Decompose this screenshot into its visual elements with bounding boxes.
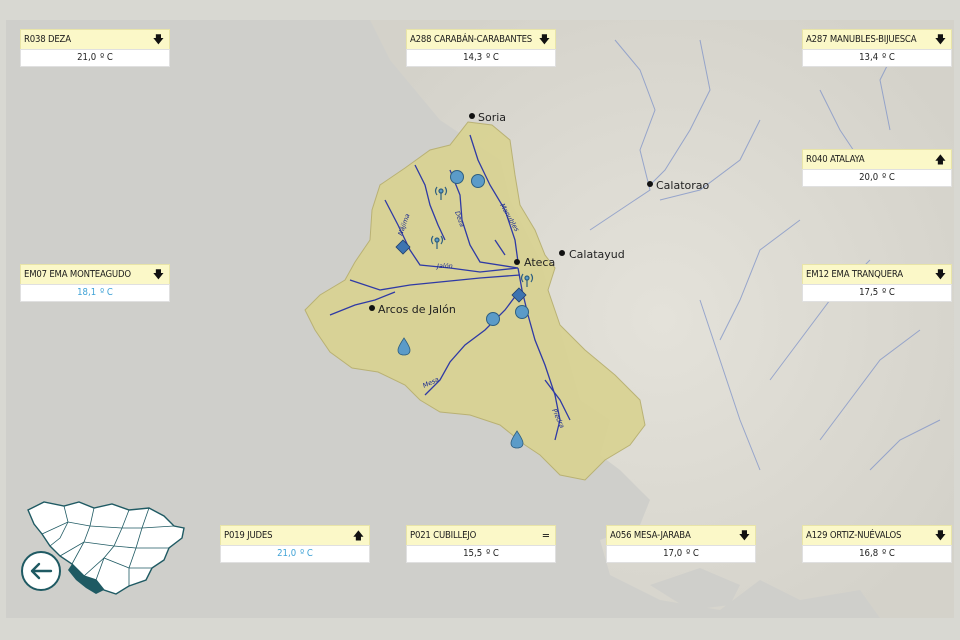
map-view: Soria Calatorao Calatayud Ateca Arcos de…: [0, 0, 960, 640]
station-value: 16,8: [859, 548, 879, 559]
station-value: 17,0: [663, 548, 683, 559]
equal-icon: =: [541, 529, 550, 542]
calatayud-dot: [559, 250, 565, 256]
gauge-station-marker[interactable]: [471, 174, 485, 188]
station-code: P021 CUBILLEJO: [410, 530, 477, 541]
calatorao-dot: [647, 181, 653, 187]
station-card-a288[interactable]: A288 CARABÁN-CARABANTES 🡇 14,3 º C: [406, 29, 556, 67]
city-label-soria: Soria: [478, 111, 506, 124]
station-code: R040 ATALAYA: [806, 154, 865, 165]
station-unit: º C: [882, 52, 895, 63]
station-unit: º C: [486, 548, 499, 559]
down-arrow-icon: 🡇: [934, 268, 946, 281]
station-code: P019 JUDES: [224, 530, 273, 541]
station-card-p021[interactable]: P021 CUBILLEJO = 15,5 º C: [406, 525, 556, 563]
gauge-station-marker[interactable]: [486, 312, 500, 326]
down-arrow-icon: 🡇: [152, 268, 164, 281]
station-code: A056 MESA-JARABA: [610, 530, 691, 541]
down-arrow-icon: 🡇: [538, 33, 550, 46]
gauge-station-marker[interactable]: [515, 305, 529, 319]
station-unit: º C: [882, 287, 895, 298]
station-code: A287 MANUBLES-BIJUESCA: [806, 34, 917, 45]
station-card-a287[interactable]: A287 MANUBLES-BIJUESCA 🡇 13,4 º C: [802, 29, 952, 67]
city-label-calatayud: Calatayud: [569, 248, 625, 261]
station-code: EM12 EMA TRANQUERA: [806, 269, 903, 280]
station-code: EM07 EMA MONTEAGUDO: [24, 269, 131, 280]
station-code: A129 ORTIZ-NUÉVALOS: [806, 530, 902, 541]
station-value: 21,0: [277, 548, 297, 559]
left-arrow-icon: [30, 562, 53, 580]
up-arrow-icon: 🡅: [934, 153, 946, 166]
station-card-r040[interactable]: R040 ATALAYA 🡅 20,0 º C: [802, 149, 952, 187]
gauge-station-marker[interactable]: [450, 170, 464, 184]
station-value: 20,0: [859, 172, 879, 183]
river-label-jalon: Jalón: [435, 262, 453, 270]
station-code: A288 CARABÁN-CARABANTES: [410, 34, 533, 45]
station-card-em07[interactable]: EM07 EMA MONTEAGUDO 🡇 18,1 º C: [20, 264, 170, 302]
city-label-calatorao: Calatorao: [656, 179, 710, 192]
down-arrow-icon: 🡇: [934, 529, 946, 542]
station-value: 13,4: [859, 52, 879, 63]
station-unit: º C: [882, 172, 895, 183]
station-value: 17,5: [859, 287, 879, 298]
down-arrow-icon: 🡇: [152, 33, 164, 46]
soria-dot: [469, 113, 475, 119]
back-button[interactable]: [21, 551, 61, 591]
station-code: R038 DEZA: [24, 34, 71, 45]
station-unit: º C: [100, 52, 113, 63]
station-value: 14,3: [463, 52, 483, 63]
station-card-em12[interactable]: EM12 EMA TRANQUERA 🡇 17,5 º C: [802, 264, 952, 302]
station-value: 18,1: [77, 287, 97, 298]
station-unit: º C: [300, 548, 313, 559]
station-card-a129[interactable]: A129 ORTIZ-NUÉVALOS 🡇 16,8 º C: [802, 525, 952, 563]
down-arrow-icon: 🡇: [738, 529, 750, 542]
station-unit: º C: [882, 548, 895, 559]
station-unit: º C: [686, 548, 699, 559]
station-value: 21,0: [77, 52, 97, 63]
up-arrow-icon: 🡅: [352, 529, 364, 542]
arcos-dot: [369, 305, 375, 311]
station-card-a056[interactable]: A056 MESA-JARABA 🡇 17,0 º C: [606, 525, 756, 563]
station-card-r038[interactable]: R038 DEZA 🡇 21,0 º C: [20, 29, 170, 67]
ateca-dot: [514, 259, 520, 265]
station-card-p019[interactable]: P019 JUDES 🡅 21,0 º C: [220, 525, 370, 563]
city-label-ateca: Ateca: [524, 256, 555, 269]
city-label-arcos: Arcos de Jalón: [378, 303, 456, 316]
station-unit: º C: [486, 52, 499, 63]
station-unit: º C: [100, 287, 113, 298]
station-value: 15,5: [463, 548, 483, 559]
down-arrow-icon: 🡇: [934, 33, 946, 46]
